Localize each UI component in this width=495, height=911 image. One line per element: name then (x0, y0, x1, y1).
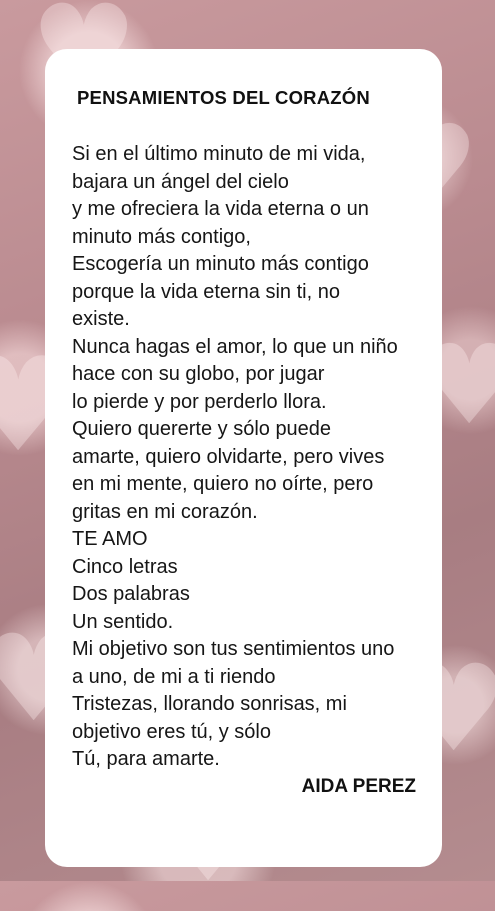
poem-line: Cinco letras (72, 555, 178, 578)
poem-line: lo pierde y por perderlo llora. (72, 390, 327, 413)
poem-line: existe. (72, 308, 130, 330)
poem-line: Dos palabras (72, 583, 190, 605)
poem-text: Si en el último minuto de mi vida, bajar… (72, 141, 432, 774)
author-name: AIDA PEREZ (301, 776, 416, 797)
poem-line: Quiero quererte y sólo puede (72, 418, 332, 440)
poem-line: amarte, quiero olvidarte, pero vives (72, 445, 385, 468)
poem-line: en mi mente, quiero no oírte, pero (72, 473, 374, 495)
poem-line: TE AMO (72, 528, 148, 550)
poem-line: Si en el último minuto de mi vida, (72, 143, 366, 165)
poem-line: gritas en mi corazón. (72, 500, 258, 523)
poem-line: hace con su globo, por jugar (72, 363, 325, 385)
poem-line: Un sentido. (72, 610, 174, 633)
poem-line: bajara un ángel del cielo (72, 170, 289, 193)
poem-line: objetivo eres tú, y sólo (72, 720, 271, 743)
poem-line: Escogería un minuto más contigo (72, 253, 369, 275)
poem-line: minuto más contigo, (72, 225, 251, 248)
poem-title: PENSAMIENTOS DEL CORAZÓN (77, 87, 370, 108)
poem-card: PENSAMIENTOS DEL CORAZÓN Si en el último… (45, 49, 442, 867)
poem-line: a uno, de mi a ti riendo (72, 665, 276, 688)
poem-line: porque la vida eterna sin ti, no (72, 280, 340, 303)
poem-line: Mi objetivo son tus sentimientos uno (72, 638, 395, 660)
poem-line: Tú, para amarte. (72, 748, 220, 770)
poem-line: Tristezas, llorando sonrisas, mi (72, 693, 347, 715)
poem-line: y me ofreciera la vida eterna o un (72, 198, 369, 220)
poem-line: Nunca hagas el amor, lo que un niño (72, 335, 398, 358)
